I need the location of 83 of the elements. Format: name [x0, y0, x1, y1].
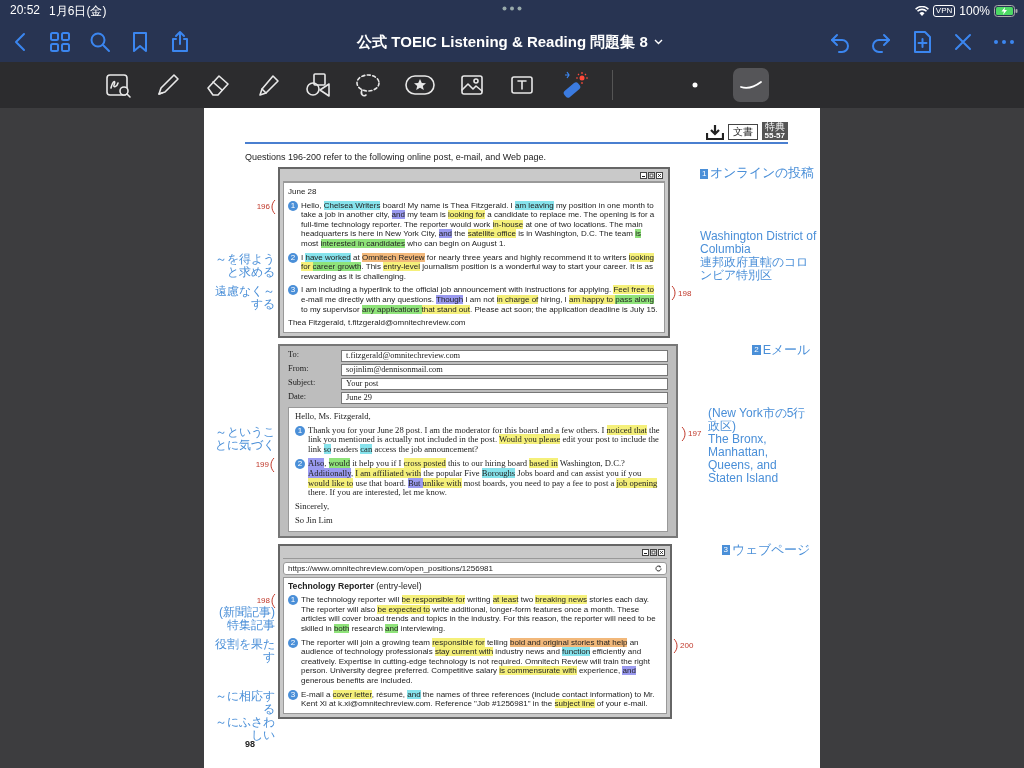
- question-reference: 198: [256, 596, 270, 606]
- field-value: Your post: [341, 377, 668, 390]
- margin-note: 遠慮なく～する: [214, 285, 275, 312]
- paragraph-text: Hello, Chelsea Writers board! My name is Thea Fitzgerald. I am leaving my position in one month to take a job in another city, and my team is looking for a candidate to replace me. The opening is for a full-time technology reporter. The reporter would work in-house at one of two locations. The main headquarters is here in New York City, and the satellite office is in Washington, D.C. The team is most interested in candidates who can begin on August 1.: [301, 200, 656, 249]
- margin-note: (新聞記事): [219, 606, 275, 620]
- download-icon: [705, 124, 724, 140]
- minimize-icon: [642, 548, 649, 556]
- bonus-badge: 特典 55-57: [761, 122, 788, 140]
- paragraph-number: 1: [295, 425, 305, 436]
- field-value: June 29: [341, 391, 668, 404]
- paragraph-number: 2: [288, 637, 298, 648]
- refresh-icon: [655, 564, 662, 572]
- clock-time: 20:52: [10, 2, 41, 19]
- margin-note: (New York市の5行政区): [708, 406, 807, 433]
- field-label: Date:: [288, 391, 308, 403]
- paragraph-number: 1: [288, 200, 298, 211]
- paragraph-number: 3: [288, 285, 298, 296]
- wifi-icon: [914, 5, 929, 17]
- margin-note: 連邦政府直轄のコロンビア特別区: [700, 256, 809, 282]
- battery-charging-icon: [994, 5, 1018, 17]
- grid-icon[interactable]: [48, 30, 72, 54]
- close-icon: [656, 172, 663, 179]
- paragraph-number: 3: [288, 689, 298, 700]
- margin-note: 役割を果たす: [214, 637, 275, 664]
- minimize-icon: [640, 172, 647, 179]
- battery-percent: 100%: [959, 4, 990, 18]
- paragraph-number: 1: [288, 595, 298, 606]
- margin-note: ～に相応する: [214, 689, 275, 716]
- paragraph-text: Also, would it help you if I cross posted this to our hiring board based in Washington, D.C.? Additionally, I am affiliated with the popular Five Boroughs Jobs board and can assist you if you would like to use that board. But unlike with most boards, you need to pay a fee to post a job opening there. If you are interested, let me know.: [308, 458, 659, 499]
- field-label: To:: [288, 349, 301, 361]
- bracket-mark-icon: [671, 285, 676, 302]
- section-label: 1 オンラインの投稿: [700, 165, 815, 182]
- email-closing: Sincerely,: [295, 502, 331, 512]
- post-signature: Thea Fitzgerald, t.fitzgerald@omnitechreview.com: [288, 318, 467, 328]
- paragraph-text: I am including a hyperlink to the official job announcement with instructions for applying. Feel free to e-mail me directly with any questions. Though I am not in charge of hiring, I am happy to pass along to my supervisor any applications that stand out. Please act soon; the application deadline is July 15.: [301, 285, 659, 315]
- margin-note: 特集記事: [227, 619, 275, 633]
- close-icon: [658, 548, 665, 556]
- field-value: t.fitzgerald@omnitechreview.com: [341, 349, 668, 362]
- bracket-mark-icon: [270, 456, 275, 473]
- paragraph-number: 2: [295, 458, 305, 469]
- document-title-button[interactable]: 公式 TOEIC Listening & Reading 問題集 8: [357, 32, 663, 52]
- field-value: sojinlim@dennisonmail.com: [341, 363, 668, 376]
- dot-icon: [692, 82, 698, 88]
- bracket-mark-icon: [681, 425, 686, 442]
- question-instruction: Questions 196-200 refer to the following online post, e-mail, and Web page.: [245, 152, 548, 162]
- paragraph-text: Thank you for your June 28 post. I am the moderator for this board and a few others. I noticed that the link you mentioned is actually not included in the post. Would you please edit your post to include the link so readers can access the job announcement?: [308, 425, 661, 455]
- email-signature: So Jin Lim: [295, 515, 334, 526]
- question-reference: 197: [688, 428, 702, 439]
- margin-note: ～にふさわしい: [214, 715, 275, 742]
- paragraph-text: E-mail a cover letter, résumé, and the names of three references (include contact information) to Mr. Kent Xi at k.xi@omnitechreview.com. Reference "Job #1256981" in the subject line of your e-mail.: [301, 689, 656, 709]
- date-text: 1月6日(金): [49, 2, 107, 20]
- margin-note: Washington District of Columbia: [700, 230, 818, 256]
- lasso-icon[interactable]: [354, 71, 382, 99]
- vpn-badge: VPN: [932, 5, 956, 17]
- curve-stroke-icon: [739, 80, 763, 90]
- post-date: June 28: [288, 187, 318, 197]
- paragraph-text: The reporter will join a growing team responsible for telling bold and original stories that help an audience of technology professionals stay current with industry news and function efficiently and creatively. Expertise in cutting-edge technology is not required. Omnitech Review will train the right person. University degree preferred. Competitive salary is commensurate with experience, and generous benefits are included.: [301, 637, 651, 686]
- bracket-mark-icon: [673, 637, 678, 654]
- question-reference: 199: [255, 460, 269, 470]
- search-icon[interactable]: [88, 30, 112, 54]
- section-label: 3 ウェブページ: [721, 541, 810, 559]
- job-heading: Technology Reporter (entry-level): [288, 581, 423, 592]
- margin-note: The Bronx, Manhattan, Queens, and Staten Island: [708, 432, 780, 485]
- stroke-option[interactable]: [733, 68, 769, 102]
- question-reference: 196: [256, 201, 270, 212]
- more-dots-icon: [502, 6, 522, 11]
- question-reference: 198: [678, 288, 692, 299]
- field-label: From:: [288, 363, 310, 375]
- chevron-down-icon: [653, 39, 663, 45]
- address-bar[interactable]: https://www.omnitechreview.com/open_positions/1256981: [283, 561, 667, 575]
- shapes-icon[interactable]: [304, 71, 332, 99]
- question-reference: 200: [680, 640, 694, 651]
- section-label: 2 Eメール: [752, 341, 810, 359]
- margin-note: ～ということに気づく: [214, 425, 275, 452]
- maximize-icon: [648, 172, 655, 179]
- zoom-pen-icon[interactable]: [104, 71, 132, 99]
- paragraph-number: 2: [288, 252, 298, 263]
- maximize-icon: [650, 548, 657, 556]
- field-label: Subject:: [288, 377, 317, 389]
- email-greeting: Hello, Ms. Fitzgerald,: [295, 411, 372, 422]
- margin-note: ～を得ようと求める: [214, 252, 275, 279]
- paragraph-text: I have worked at Omnitech Review for nearly three years and highly recommend it to writers looking for career growth. This entry-level journalism position is a wonderful way to start your career. It is as rewarding as it is challenging.: [301, 252, 656, 282]
- bracket-mark-icon: [271, 198, 276, 215]
